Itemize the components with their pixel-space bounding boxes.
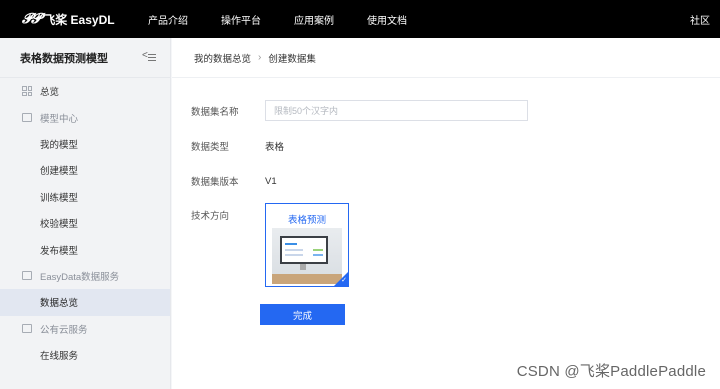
sidebar-item-label: 总览 [40,87,60,99]
breadcrumb-chevron-icon: › [258,52,262,63]
community-link[interactable]: 社区 [690,12,710,27]
data-type-value: 表格 [265,142,285,153]
nav-item-platform[interactable]: 操作平台 [221,12,261,27]
sidebar-item-publish-model[interactable]: 发布模型 [0,236,170,262]
tech-direction-label: 技术方向 [191,211,230,222]
sidebar-item-label: 创建模型 [40,166,79,178]
sidebar-group-label: 公有云服务 [40,324,88,336]
cloud-icon [22,324,32,334]
watermark: CSDN @飞桨PaddlePaddle [516,363,706,380]
sidebar-item-validate-model[interactable]: 校验模型 [0,210,170,236]
breadcrumb-current: 创建数据集 [268,53,316,65]
dataset-version-value: V1 [265,175,277,187]
dataset-name-label: 数据集名称 [191,106,239,118]
dataset-name-input[interactable] [265,100,528,121]
dataset-version-row: 数据集版本 V1 [191,174,277,189]
dataset-name-row: 数据集名称 [191,100,528,121]
finish-button[interactable]: 完成 [260,304,345,325]
sidebar-group-label: EasyData数据服务 [40,271,120,283]
nav-item-docs[interactable]: 使用文档 [367,12,407,27]
sidebar-item-label: 校验模型 [40,219,79,231]
computer-monitor-illustration [272,228,342,284]
sidebar-group-public-cloud: 公有云服务 [0,316,170,342]
sidebar-menu: 总览 模型中心 我的模型 创建模型 训练模型 校验模型 发布模型 EasyDat… [0,78,170,368]
collapse-sidebar-icon[interactable] [142,50,156,63]
grid-icon [22,86,32,97]
sidebar-group-model-center: 模型中心 [0,104,170,130]
data-type-row: 数据类型 表格 [191,139,284,153]
sidebar-item-label: 数据总览 [40,298,79,310]
data-type-label: 数据类型 [191,142,230,153]
sidebar-item-train-model[interactable]: 训练模型 [0,184,170,210]
sidebar-header: 表格数据预测模型 [0,38,170,78]
sidebar-item-label: 在线服务 [40,351,79,363]
sidebar-title: 表格数据预测模型 [20,52,108,65]
breadcrumb-parent-link[interactable]: 我的数据总览 [194,51,251,65]
data-icon [22,271,32,281]
nav-item-products[interactable]: 产品介绍 [148,12,188,27]
main-nav: 产品介绍 操作平台 应用案例 使用文档 [148,12,440,27]
dataset-version-label: 数据集版本 [191,177,239,188]
sidebar-item-overview[interactable]: 总览 [0,78,170,104]
sidebar-item-create-model[interactable]: 创建模型 [0,157,170,183]
sidebar: 表格数据预测模型 总览 模型中心 我的模型 创建模型 训练模型 校验模型 发布模… [0,38,171,389]
monitor-icon [280,236,328,264]
paddle-logo-icon: 𝓟𝓟 [22,11,41,27]
sidebar-item-label: 训练模型 [40,192,79,204]
breadcrumb: 我的数据总览 › 创建数据集 [172,38,720,78]
logo-text: 飞桨 EasyDL [43,12,115,27]
top-nav-bar: 𝓟𝓟 飞桨 EasyDL 产品介绍 操作平台 应用案例 使用文档 社区 [0,0,720,38]
main-content: 我的数据总览 › 创建数据集 数据集名称 数据类型 表格 数据集版本 V1 技术… [172,38,720,389]
sidebar-item-data-overview[interactable]: 数据总览 [0,289,170,316]
nav-item-cases[interactable]: 应用案例 [294,12,334,27]
logo[interactable]: 𝓟𝓟 飞桨 EasyDL [22,11,142,28]
sidebar-item-online-service[interactable]: 在线服务 [0,342,170,368]
sidebar-item-my-models[interactable]: 我的模型 [0,131,170,157]
sidebar-item-label: 发布模型 [40,245,79,257]
sidebar-group-label: 模型中心 [40,113,79,125]
sidebar-group-easydata: EasyData数据服务 [0,263,170,289]
check-icon: ✓ [341,277,347,284]
tech-direction-row: 技术方向 [191,208,265,222]
monitor-stand [300,264,306,270]
card-title: 表格预测 [287,215,326,226]
table-prediction-card[interactable]: 表格预测 ✓ [265,203,349,287]
desk-surface [272,274,342,284]
model-icon [22,113,32,123]
sidebar-item-label: 我的模型 [40,139,79,151]
